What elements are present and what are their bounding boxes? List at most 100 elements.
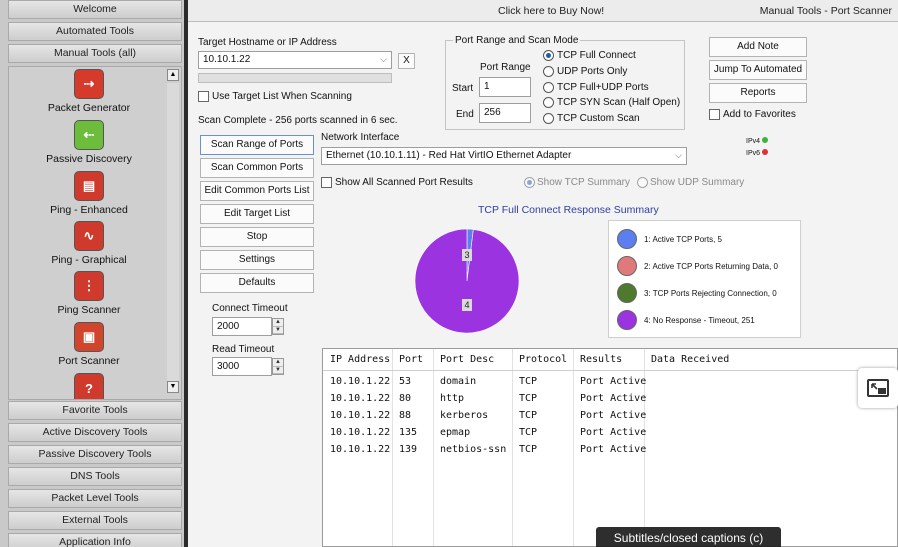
- table-row[interactable]: 10.10.1.22 53 domain TCP Port Active: [323, 373, 897, 390]
- svg-text:4: 4: [464, 300, 469, 310]
- chart-legend: 1: Active TCP Ports, 5 2: Active TCP Por…: [608, 220, 801, 338]
- tool-ping-enhanced[interactable]: ▤ Ping - Enhanced: [9, 171, 169, 216]
- category-welcome[interactable]: Welcome: [8, 0, 182, 19]
- category-automated-tools[interactable]: Automated Tools: [8, 22, 182, 41]
- tcp-summary-radio[interactable]: [524, 177, 535, 188]
- category-favorite-tools[interactable]: Favorite Tools: [8, 401, 182, 420]
- category-dns-tools[interactable]: DNS Tools: [8, 467, 182, 486]
- scroll-down-icon[interactable]: ▼: [167, 381, 179, 393]
- miniplayer-button[interactable]: [858, 368, 898, 408]
- mode-udp-ports-only-radio[interactable]: [543, 66, 554, 77]
- partial-tool-icon: ?: [74, 373, 104, 399]
- target-host-input[interactable]: 10.10.1.22 ⌵: [198, 51, 392, 69]
- target-label: Target Hostname or IP Address: [198, 37, 337, 48]
- table-row[interactable]: 10.10.1.22 139 netbios-ssn TCP Port Acti…: [323, 441, 897, 458]
- reports-button[interactable]: Reports: [709, 83, 807, 103]
- jump-to-automated-button[interactable]: Jump To Automated: [709, 60, 807, 80]
- tool-partial[interactable]: ?: [9, 373, 169, 399]
- defaults-button[interactable]: Defaults: [200, 273, 314, 293]
- category-passive-discovery-tools[interactable]: Passive Discovery Tools: [8, 445, 182, 464]
- read-timeout-input[interactable]: 3000: [212, 357, 272, 376]
- tool-label: Ping - Graphical: [51, 254, 127, 266]
- clear-target-button[interactable]: X: [398, 53, 415, 69]
- cell-port: 80: [399, 393, 412, 404]
- add-note-button[interactable]: Add Note: [709, 37, 807, 57]
- column-header[interactable]: Results: [573, 349, 622, 371]
- chevron-down-icon[interactable]: ⌵: [675, 150, 682, 161]
- cell-port-desc: netbios-ssn: [440, 444, 507, 455]
- target-host-value: 10.10.1.22: [203, 54, 251, 65]
- mode-tcp-full-udp-radio[interactable]: [543, 82, 554, 93]
- scan-common-ports-button[interactable]: Scan Common Ports: [200, 158, 314, 178]
- legend-label: 1: Active TCP Ports, 5: [644, 234, 722, 244]
- end-port-input[interactable]: 256: [479, 103, 531, 123]
- mode-label: TCP SYN Scan (Half Open): [557, 97, 681, 108]
- cell-protocol: TCP: [519, 427, 538, 438]
- tool-ping-graphical[interactable]: ∿ Ping - Graphical: [9, 221, 169, 266]
- table-row[interactable]: 10.10.1.22 88 kerberos TCP Port Active: [323, 407, 897, 424]
- column-header[interactable]: Protocol: [512, 349, 567, 371]
- connect-timeout-stepper[interactable]: ▲ ▼: [272, 318, 284, 335]
- category-external-tools[interactable]: External Tools: [8, 511, 182, 530]
- settings-button[interactable]: Settings: [200, 250, 314, 270]
- category-manual-tools[interactable]: Manual Tools (all): [8, 44, 182, 63]
- table-header: IP Address Port Port Desc Protocol Resul…: [323, 349, 897, 371]
- category-application-info[interactable]: Application Info: [8, 533, 182, 547]
- column-header[interactable]: Data Received: [644, 349, 729, 371]
- cell-ip: 10.10.1.22: [330, 393, 391, 404]
- legend-label: 2: Active TCP Ports Returning Data, 0: [644, 261, 778, 271]
- column-header[interactable]: IP Address: [323, 349, 390, 371]
- mode-tcp-full-connect-radio[interactable]: [543, 50, 554, 61]
- start-port-input[interactable]: 1: [479, 77, 531, 97]
- udp-summary-label: Show UDP Summary: [650, 177, 745, 188]
- cell-ip: 10.10.1.22: [330, 410, 391, 421]
- legend-label: 3: TCP Ports Rejecting Connection, 0: [644, 288, 777, 298]
- legend-swatch: [617, 310, 637, 330]
- mode-label: TCP Full+UDP Ports: [557, 82, 649, 93]
- cell-port-desc: epmap: [440, 427, 471, 438]
- tool-packet-generator[interactable]: ⇢ Packet Generator: [9, 69, 169, 114]
- network-interface-select[interactable]: Ethernet (10.10.1.11) - Red Hat VirtIO E…: [321, 147, 687, 165]
- table-row[interactable]: 10.10.1.22 135 epmap TCP Port Active: [323, 424, 897, 441]
- legend-label: 4: No Response - Timeout, 251: [644, 315, 755, 325]
- use-target-list-checkbox[interactable]: [198, 91, 209, 102]
- show-all-ports-label: Show All Scanned Port Results: [335, 177, 473, 188]
- category-packet-level-tools[interactable]: Packet Level Tools: [8, 489, 182, 508]
- stop-button[interactable]: Stop: [200, 227, 314, 247]
- edit-common-ports-button[interactable]: Edit Common Ports List: [200, 181, 314, 201]
- tool-port-scanner[interactable]: ▣ Port Scanner: [9, 322, 169, 367]
- connect-timeout-input[interactable]: 2000: [212, 317, 272, 336]
- column-header[interactable]: Port: [392, 349, 423, 371]
- results-table[interactable]: IP Address Port Port Desc Protocol Resul…: [322, 348, 898, 547]
- legend-swatch: [617, 256, 637, 276]
- mode-label: TCP Full Connect: [557, 50, 636, 61]
- sidebar-scrollbar-track[interactable]: [167, 83, 179, 383]
- scroll-up-icon[interactable]: ▲: [167, 69, 179, 81]
- ipv4-indicator: IPv4: [746, 137, 768, 145]
- udp-summary-radio[interactable]: [637, 177, 648, 188]
- tool-label: Ping - Enhanced: [50, 204, 128, 216]
- tool-label: Ping Scanner: [57, 304, 121, 316]
- cell-result: Port Active: [580, 410, 647, 421]
- buy-now-link[interactable]: Click here to Buy Now!: [498, 5, 604, 17]
- cell-port: 53: [399, 376, 412, 387]
- port-range-group-label: Port Range and Scan Mode: [453, 35, 581, 46]
- window-title: Manual Tools - Port Scanner: [759, 5, 892, 17]
- mode-tcp-syn-radio[interactable]: [543, 97, 554, 108]
- column-header[interactable]: Port Desc: [433, 349, 494, 371]
- read-timeout-stepper[interactable]: ▲ ▼: [272, 358, 284, 375]
- chevron-down-icon[interactable]: ⌵: [380, 54, 387, 65]
- legend-item: 1: Active TCP Ports, 5: [617, 229, 722, 249]
- edit-target-list-button[interactable]: Edit Target List: [200, 204, 314, 224]
- category-active-discovery-tools[interactable]: Active Discovery Tools: [8, 423, 182, 442]
- scan-range-button[interactable]: Scan Range of Ports: [200, 135, 314, 155]
- show-all-ports-checkbox[interactable]: [321, 177, 332, 188]
- tool-passive-discovery[interactable]: ⇠ Passive Discovery: [9, 120, 169, 165]
- tool-ping-scanner[interactable]: ⋮ Ping Scanner: [9, 271, 169, 316]
- table-row[interactable]: 10.10.1.22 80 http TCP Port Active: [323, 390, 897, 407]
- mode-tcp-custom-radio[interactable]: [543, 113, 554, 124]
- add-to-favorites-checkbox[interactable]: [709, 109, 720, 120]
- miniplayer-icon: [867, 379, 889, 397]
- ipv6-label: IPv6: [746, 150, 761, 157]
- captions-tooltip: Subtitles/closed captions (c): [596, 527, 781, 547]
